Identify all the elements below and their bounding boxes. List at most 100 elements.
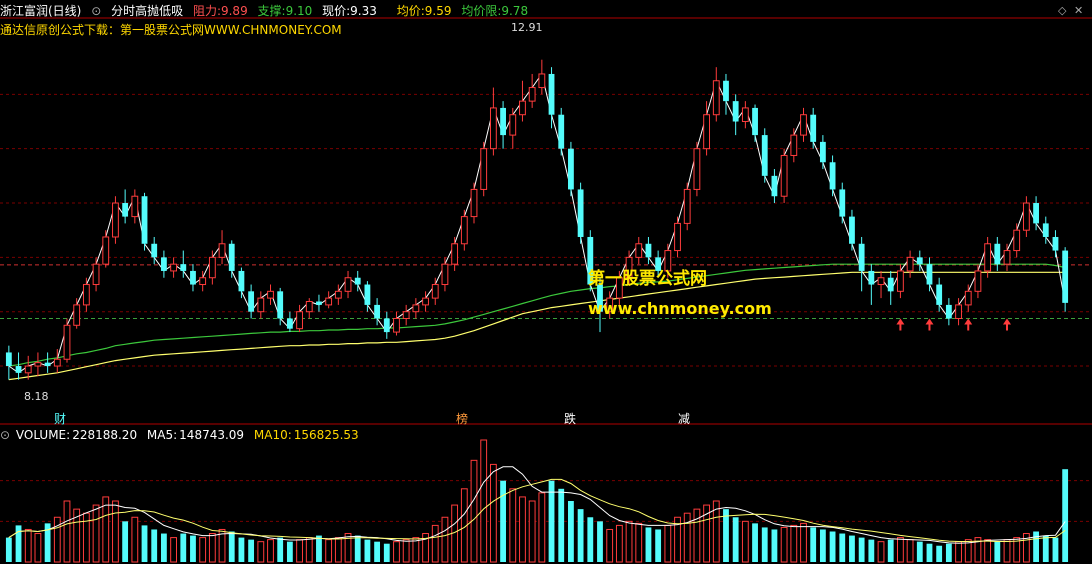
- candle-down: [122, 203, 129, 217]
- volume-bar-down: [180, 533, 187, 562]
- volume-ma5-line: [8, 466, 1066, 544]
- volume-toggle-icon[interactable]: ⊙: [0, 428, 10, 442]
- volume-bar-down: [994, 541, 1001, 562]
- volume-bar-up: [877, 541, 885, 563]
- volume-bar-down: [597, 521, 603, 562]
- volume-bar-down: [238, 537, 245, 562]
- volume-bar-up: [955, 541, 962, 563]
- candle-down: [277, 291, 284, 319]
- candle-up: [635, 243, 643, 258]
- candle-down: [771, 175, 778, 197]
- candle-up: [683, 188, 691, 224]
- candle-down: [238, 270, 245, 292]
- volume-bar-up: [538, 492, 546, 563]
- candle-up: [441, 263, 449, 286]
- volume-bar-down: [771, 529, 778, 562]
- candle-up: [102, 236, 110, 265]
- candle-up: [509, 114, 517, 136]
- candle-down: [994, 243, 1001, 265]
- candle-down: [761, 135, 768, 176]
- candle-up: [208, 256, 216, 279]
- candle-up: [800, 114, 807, 136]
- volume-bar-down: [500, 480, 506, 562]
- ma5-value: 148743.09: [179, 428, 245, 442]
- candle-down: [1042, 223, 1049, 237]
- volume-bar-down: [587, 517, 594, 562]
- volume-bar-down: [228, 531, 235, 562]
- watermark-line-2: www.chnmoney.com: [588, 299, 772, 318]
- candle-up: [460, 216, 468, 245]
- candle-down: [819, 141, 826, 163]
- volume-bar-up: [402, 539, 410, 563]
- candle-up: [877, 277, 885, 286]
- candle-down: [160, 257, 167, 271]
- mark-bang: 榜: [456, 412, 469, 426]
- volume-bar-down: [887, 539, 894, 562]
- volume-bar-up: [790, 524, 798, 563]
- volume-bar-down: [568, 501, 574, 562]
- ma10-label: MA10:: [253, 428, 292, 442]
- volume-bar-up: [780, 526, 788, 563]
- candle-down: [364, 284, 371, 305]
- candle-up: [170, 263, 177, 272]
- volume-bar-down: [829, 531, 836, 562]
- candle-down: [945, 304, 952, 319]
- candle-up: [344, 277, 352, 292]
- volume-bar-down: [277, 537, 284, 562]
- volume-bar-up: [897, 537, 904, 563]
- volume-bar-down: [160, 533, 167, 562]
- candle-down: [44, 362, 51, 367]
- volume-bar-down: [354, 535, 361, 562]
- volume-bar-down: [141, 525, 148, 562]
- volume-bar-up: [208, 533, 216, 563]
- volume-bar-up: [257, 541, 265, 563]
- volume-bar-up: [267, 539, 274, 563]
- candle-up: [451, 243, 459, 265]
- candle-down: [286, 318, 293, 329]
- buy-arrow-icon: [1003, 318, 1012, 331]
- candle-up: [112, 202, 119, 238]
- volume-bar-up: [325, 539, 333, 563]
- candle-up: [412, 304, 420, 313]
- candle-down: [732, 101, 739, 122]
- candle-up: [257, 297, 265, 313]
- volume-bar-up: [112, 500, 119, 563]
- candle-up: [519, 100, 526, 116]
- candle-down: [500, 107, 506, 136]
- candle-up: [790, 134, 798, 156]
- volume-bar-down: [1062, 469, 1069, 562]
- candle-up: [82, 284, 90, 306]
- volume-bar-down: [839, 533, 846, 562]
- volume-bar-down: [868, 539, 875, 562]
- volume-bar-down: [248, 539, 255, 562]
- high-price-label: 12.91: [511, 21, 543, 34]
- candle-up: [955, 304, 962, 319]
- volume-bar-up: [683, 512, 691, 563]
- volume-bar-down: [655, 529, 662, 562]
- volume-bar-down: [151, 529, 158, 562]
- chart-canvas[interactable]: [0, 0, 1092, 564]
- candle-up: [741, 107, 749, 123]
- candle-down: [936, 284, 943, 305]
- volume-bar-down: [1042, 535, 1049, 562]
- volume-bar-down: [858, 537, 865, 562]
- candle-up: [703, 114, 710, 150]
- candle-down: [926, 264, 933, 285]
- volume-bar-down: [558, 488, 565, 562]
- candle-down: [839, 189, 846, 217]
- volume-bar-up: [741, 520, 749, 563]
- volume-bar-down: [122, 521, 129, 562]
- candle-up: [480, 148, 488, 190]
- candle-down: [887, 277, 894, 292]
- candle-up: [528, 87, 536, 102]
- volume-bar-up: [170, 537, 177, 563]
- candle-down: [354, 277, 361, 285]
- mark-cai: 财: [54, 412, 67, 426]
- volume-bar-up: [393, 541, 400, 563]
- volume-bar-down: [761, 527, 768, 562]
- volume-bar-down: [364, 539, 371, 562]
- volume-bar-up: [305, 537, 313, 563]
- candle-down: [1052, 236, 1059, 251]
- volume-bar-down: [577, 509, 584, 562]
- candle-down: [228, 243, 235, 271]
